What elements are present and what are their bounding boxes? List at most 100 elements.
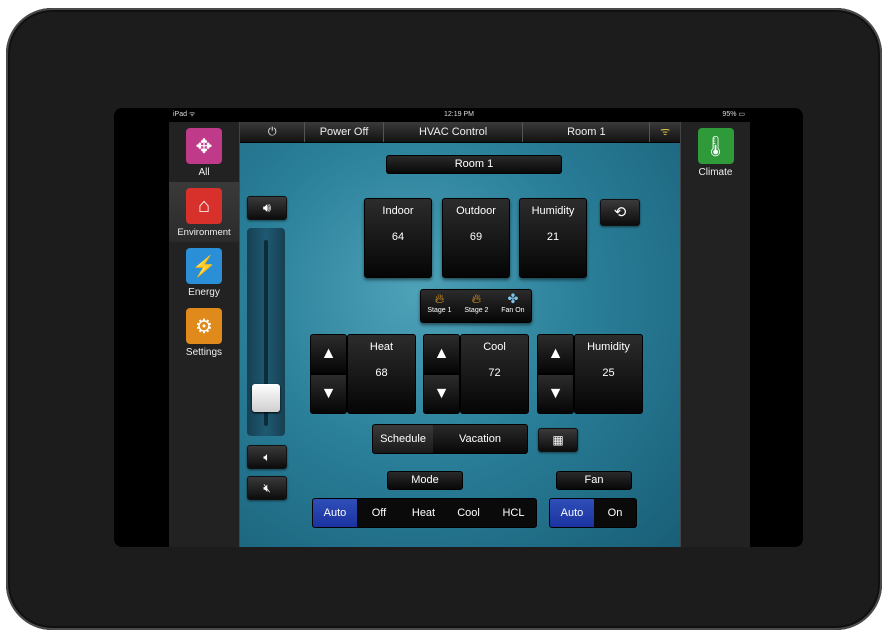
fan-option-on[interactable]: On (594, 499, 636, 527)
mode-option-heat[interactable]: Heat (401, 499, 446, 527)
status-battery: 95% ▭ (722, 111, 745, 118)
hvac-main: ⏻ Power Off HVAC Control Room 1 ᯤ 🔊︎ 🔈︎ … (240, 122, 680, 547)
cool-label: Cool (483, 341, 506, 353)
cool-up-button[interactable]: ▲ (423, 334, 460, 374)
left-nav: ✥ All ⌂ Environment ⚡ Energy ⚙ Settings (169, 122, 240, 547)
mode-option-cool[interactable]: Cool (446, 499, 491, 527)
indoor-label: Indoor (382, 205, 414, 217)
cool-down-button[interactable]: ▼ (423, 374, 460, 414)
flame-icon: 🔥︎ (434, 291, 445, 306)
power-off-label[interactable]: Power Off (305, 122, 384, 142)
topbar: ⏻ Power Off HVAC Control Room 1 ᯤ (240, 122, 680, 143)
flame-icon: 🔥︎ (471, 291, 482, 306)
mode-option-auto[interactable]: Auto (313, 499, 357, 527)
nav-item-climate[interactable]: 🌡︎ Climate (681, 122, 750, 182)
volume-slider[interactable] (247, 228, 285, 436)
gears-icon: ⚙ (186, 308, 222, 344)
nav-item-all[interactable]: ✥ All (169, 122, 239, 182)
plug-icon: ⚡ (186, 248, 222, 284)
room-selector[interactable]: Room 1 (523, 122, 651, 142)
humidity-up-button[interactable]: ▲ (537, 334, 574, 374)
stage-2-label: Stage 2 (464, 307, 489, 314)
volume-thumb[interactable] (252, 383, 280, 412)
stage-2-indicator: 🔥︎ Stage 2 (464, 290, 488, 322)
humidity-value: 21 (546, 231, 560, 243)
heat-display: Heat 68 (347, 334, 416, 414)
power-icon: ⏻ (267, 126, 277, 138)
mode-option-off[interactable]: Off (357, 499, 401, 527)
fan-on-label: Fan On (501, 307, 525, 314)
triangle-down-icon: ▼ (320, 385, 337, 402)
refresh-button[interactable]: ⟲ (600, 199, 640, 226)
house-icon: ⌂ (186, 188, 222, 224)
status-bar: iPad ᯤ 12:19 PM 95% ▭ (169, 108, 749, 122)
thermometer-icon: 🌡︎ (697, 128, 734, 164)
refresh-icon: ⟲ (613, 204, 627, 221)
heat-value: 68 (375, 367, 388, 379)
calendar-button[interactable]: ▦ (538, 428, 578, 452)
fan-selector: Auto On (549, 498, 637, 528)
heat-setpoint: ▲ ▼ Heat 68 (310, 334, 416, 414)
humidity-setpoint-label: Humidity (587, 341, 630, 353)
screen: iPad ᯤ 12:19 PM 95% ▭ ✥ All ⌂ Environmen… (114, 108, 803, 547)
calendar-icon: ▦ (552, 433, 564, 447)
nav-item-settings[interactable]: ⚙ Settings (169, 302, 239, 362)
fan-option-auto[interactable]: Auto (550, 499, 594, 527)
volume-up-button[interactable]: 🔊︎ (247, 196, 287, 220)
outdoor-value: 69 (469, 231, 483, 243)
stage-1-indicator: 🔥︎ Stage 1 (427, 290, 451, 322)
speaker-low-icon: 🔈︎ (263, 450, 271, 464)
mode-label: Mode (387, 471, 463, 490)
humidity-down-button[interactable]: ▼ (537, 374, 574, 414)
triangle-up-icon: ▲ (547, 345, 564, 362)
speaker-loud-icon: 🔊︎ (262, 200, 272, 215)
humidity-label: Humidity (531, 205, 575, 217)
fan-label: Fan (556, 471, 632, 490)
hvac-control-title: HVAC Control (384, 122, 524, 142)
fan-on-indicator: ✤ Fan On (501, 290, 524, 322)
humidity-reading: Humidity 21 (519, 198, 587, 278)
nav-label-environment: Environment (177, 227, 231, 238)
schedule-group: Schedule Vacation (372, 424, 528, 454)
nav-item-energy[interactable]: ⚡ Energy (169, 242, 239, 302)
heat-up-button[interactable]: ▲ (310, 334, 347, 374)
indoor-value: 64 (391, 231, 405, 243)
mode-option-hcl[interactable]: HCL (491, 499, 536, 527)
cool-display: Cool 72 (460, 334, 529, 414)
status-time: 12:19 PM (444, 111, 474, 118)
nav-item-environment[interactable]: ⌂ Environment (169, 182, 239, 242)
humidity-setpoint: ▲ ▼ Humidity 25 (537, 334, 643, 414)
speaker-mute-icon: 🔇︎ (263, 481, 271, 495)
nav-label-settings: Settings (185, 347, 223, 358)
nav-label-energy: Energy (188, 287, 220, 298)
fan-icon: ✤ (507, 291, 519, 306)
humidity-display: Humidity 25 (574, 334, 643, 414)
triangle-down-icon: ▼ (433, 385, 450, 402)
signal-icon: ᯤ (660, 126, 671, 138)
heat-down-button[interactable]: ▼ (310, 374, 347, 414)
nav-label-all: All (198, 167, 210, 178)
mode-selector: Auto Off Heat Cool HCL (312, 498, 537, 528)
vacation-button[interactable]: Vacation (433, 425, 527, 453)
tablet-frame: iPad ᯤ 12:19 PM 95% ▭ ✥ All ⌂ Environmen… (6, 8, 882, 630)
power-button[interactable]: ⏻ (240, 122, 306, 142)
cool-value: 72 (488, 367, 501, 379)
triangle-up-icon: ▲ (320, 345, 337, 362)
schedule-button[interactable]: Schedule (373, 425, 433, 453)
humidity-setpoint-value: 25 (602, 367, 615, 379)
nav-label-climate: Climate (698, 167, 733, 178)
triangle-up-icon: ▲ (433, 345, 450, 362)
outdoor-label: Outdoor (456, 205, 496, 217)
right-nav: 🌡︎ Climate (680, 122, 750, 547)
stage-indicators: 🔥︎ Stage 1 🔥︎ Stage 2 ✤ Fan On (420, 289, 532, 323)
stage-1-label: Stage 1 (427, 307, 452, 314)
volume-down-button[interactable]: 🔈︎ (247, 445, 287, 469)
indoor-reading: Indoor 64 (364, 198, 432, 278)
triangle-down-icon: ▼ (547, 385, 564, 402)
mute-button[interactable]: 🔇︎ (247, 476, 287, 500)
outdoor-reading: Outdoor 69 (442, 198, 510, 278)
room-label: Room 1 (386, 155, 562, 174)
cool-setpoint: ▲ ▼ Cool 72 (423, 334, 529, 414)
compass-icon: ✥ (186, 128, 222, 164)
heat-label: Heat (369, 341, 394, 353)
